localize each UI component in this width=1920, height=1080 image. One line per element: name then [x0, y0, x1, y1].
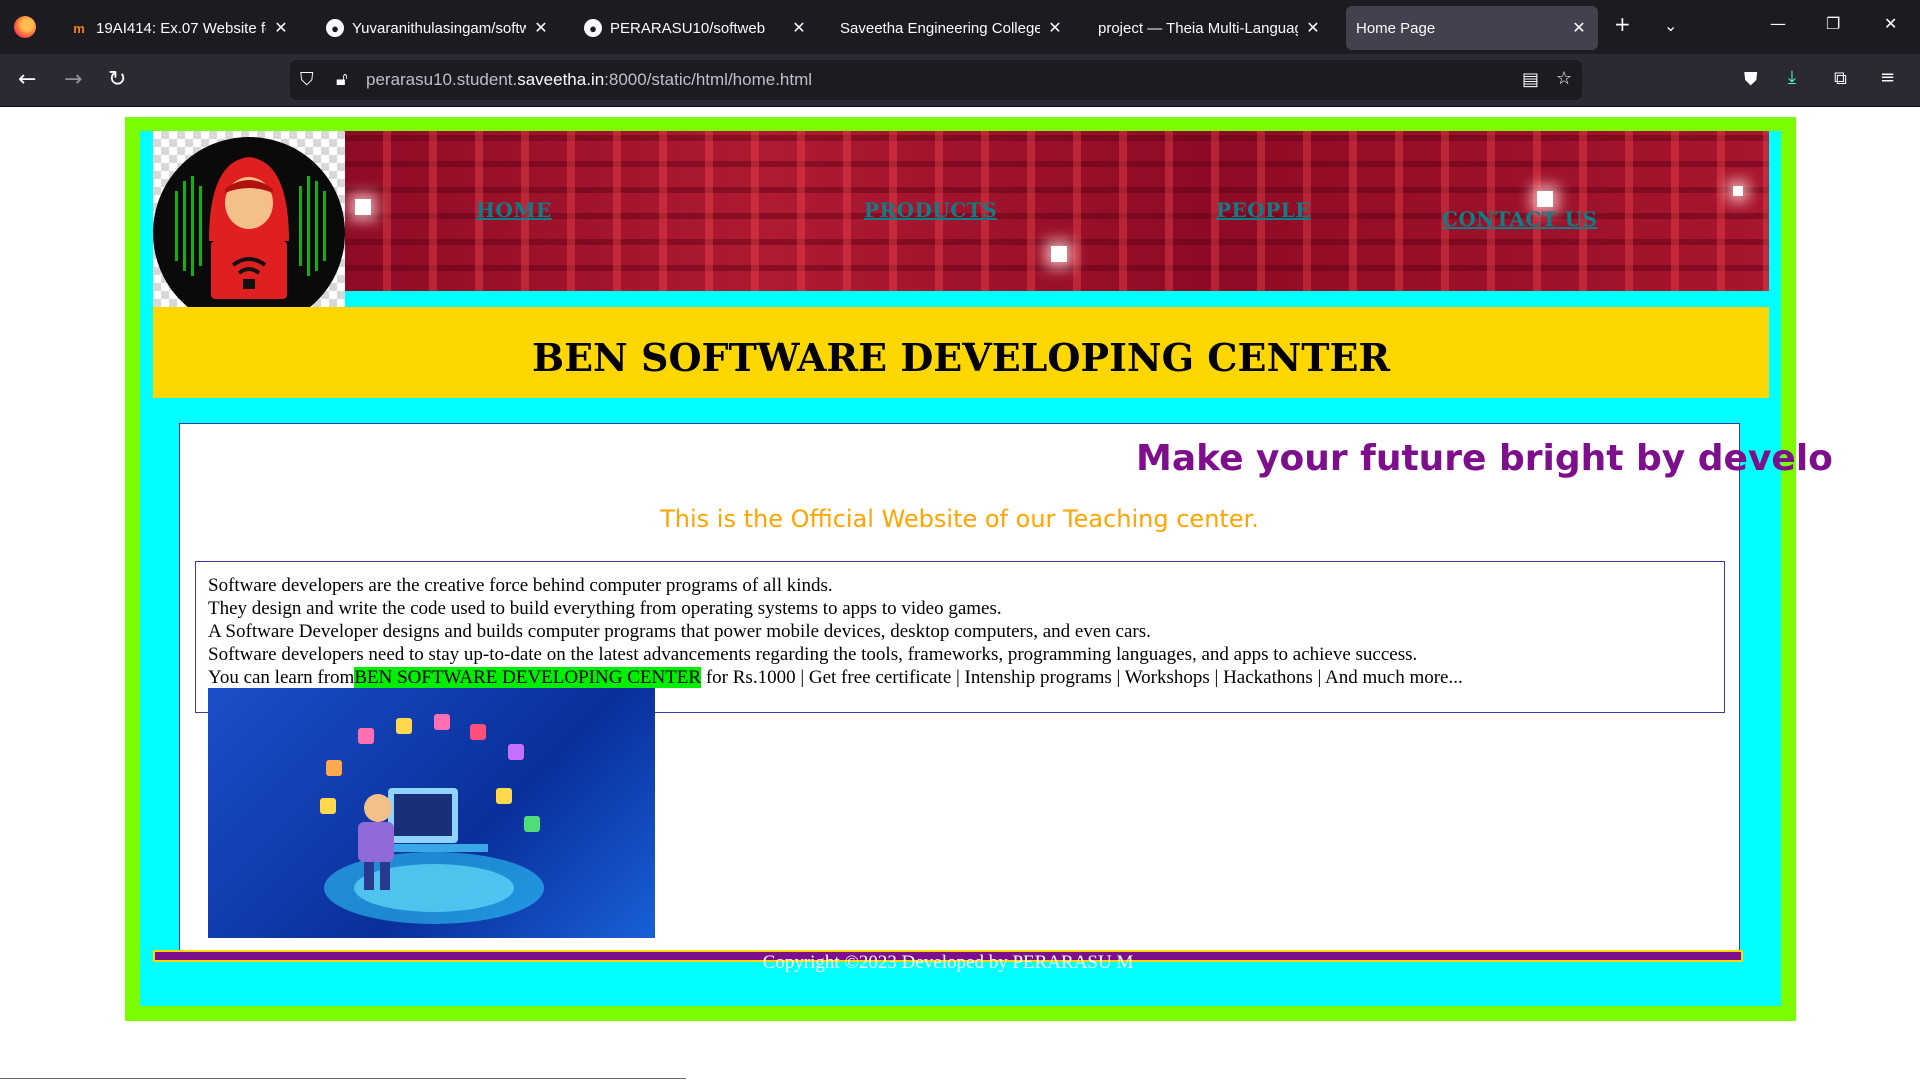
subtitle: This is the Official Website of our Teac… [660, 505, 1259, 533]
tab-saveetha[interactable]: Saveetha Engineering College ✕ [830, 6, 1074, 50]
banner-light [1537, 191, 1553, 207]
list-tabs-icon[interactable]: ⌄ [1664, 16, 1677, 35]
shield-icon[interactable]: ⛉ [300, 69, 314, 90]
url-domain: saveetha.in [517, 70, 605, 89]
tab-yuvaranithulasingam[interactable]: ● Yuvaranithulasingam/softw ✕ [316, 6, 560, 50]
close-icon[interactable]: ✕ [1046, 18, 1064, 38]
tab-label: Yuvaranithulasingam/softw [352, 19, 526, 37]
new-tab-icon[interactable]: + [1614, 12, 1631, 36]
tab-ex07[interactable]: m 19AI414: Ex.07 Website for S ✕ [60, 6, 300, 50]
learn-highlight: BEN SOFTWARE DEVELOPING CENTER [354, 667, 702, 688]
close-icon[interactable]: ✕ [1304, 18, 1322, 38]
pocket-icon[interactable]: ⛊ [1744, 69, 1758, 90]
close-icon[interactable]: ✕ [1570, 18, 1588, 38]
tab-label: Home Page [1356, 19, 1436, 37]
info-line: Software developers are the creative for… [208, 575, 833, 596]
tab-theia-project[interactable]: project — Theia Multi-Languag ✕ [1088, 6, 1332, 50]
nav-people-link[interactable]: PEOPLE [1216, 198, 1311, 222]
github-icon: ● [326, 19, 344, 37]
restore-icon[interactable]: ❐ [1826, 14, 1840, 33]
url-text[interactable]: perarasu10.student.saveetha.in:8000/stat… [366, 70, 812, 90]
github-icon: ● [584, 19, 602, 37]
tab-perarasu10[interactable]: ● PERARASU10/softweb ✕ [574, 6, 818, 50]
tab-label: project — Theia Multi-Languag [1098, 19, 1298, 37]
hacker-logo-image [153, 131, 345, 334]
tab-label: PERARASU10/softweb [610, 19, 766, 37]
moodle-icon: m [73, 20, 85, 36]
learn-line: You can learn fromBEN SOFTWARE DEVELOPIN… [208, 667, 1463, 689]
reader-view-icon[interactable]: ▤ [1522, 69, 1539, 90]
page-title: BEN SOFTWARE DEVELOPING CENTER [531, 335, 1391, 380]
marquee-heading: Make your future bright by develo [1136, 438, 1833, 479]
info-line: They design and write the code used to b… [208, 598, 1002, 619]
firefox-icon[interactable] [14, 16, 36, 38]
learn-prefix: You can learn from [208, 667, 355, 688]
banner-light [1051, 246, 1067, 262]
tab-home-page[interactable]: Home Page ✕ [1346, 6, 1598, 50]
tab-label: Saveetha Engineering College [840, 19, 1040, 37]
back-icon[interactable]: ← [18, 67, 36, 93]
nav-products-link[interactable]: PRODUCTS [864, 198, 997, 222]
nav-contact-us-link[interactable]: CONTACT US [1442, 207, 1598, 231]
tab-label: 19AI414: Ex.07 Website for S [96, 19, 266, 37]
footer-copyright: Copyright ©2023 Developed by PERARASU M [762, 952, 1134, 973]
bookmark-star-icon[interactable]: ☆ [1556, 68, 1572, 89]
url-prefix: perarasu10.student. [366, 70, 518, 89]
close-window-icon[interactable]: ✕ [1884, 14, 1897, 33]
forward-icon[interactable]: → [64, 67, 82, 93]
nav-home-link[interactable]: HOME [476, 198, 552, 222]
lock-icon[interactable]: 🔓︎ [336, 69, 348, 90]
menu-icon[interactable]: ≡ [1880, 67, 1895, 88]
learn-suffix: for Rs.1000 | Get free certificate | Int… [701, 667, 1463, 688]
info-line: A Software Developer designs and builds … [208, 621, 1151, 642]
browser-tab-bar: m 19AI414: Ex.07 Website for S ✕ ● Yuvar… [0, 0, 1920, 54]
extensions-icon[interactable]: ⧉ [1834, 68, 1847, 89]
close-icon[interactable]: ✕ [790, 18, 808, 38]
horizontal-scrollbar[interactable] [0, 1078, 686, 1079]
reload-icon[interactable]: ↻ [108, 67, 126, 93]
minimize-icon[interactable]: — [1770, 14, 1786, 33]
close-icon[interactable]: ✕ [532, 18, 550, 38]
url-suffix: :8000/static/html/home.html [604, 70, 813, 89]
info-line: Software developers need to stay up-to-d… [208, 644, 1418, 665]
downloads-icon[interactable]: ⤓ [1788, 67, 1796, 88]
developer-illustration-image [208, 688, 655, 938]
banner-light [355, 199, 371, 215]
banner-light [1733, 186, 1743, 196]
close-icon[interactable]: ✕ [272, 18, 290, 38]
